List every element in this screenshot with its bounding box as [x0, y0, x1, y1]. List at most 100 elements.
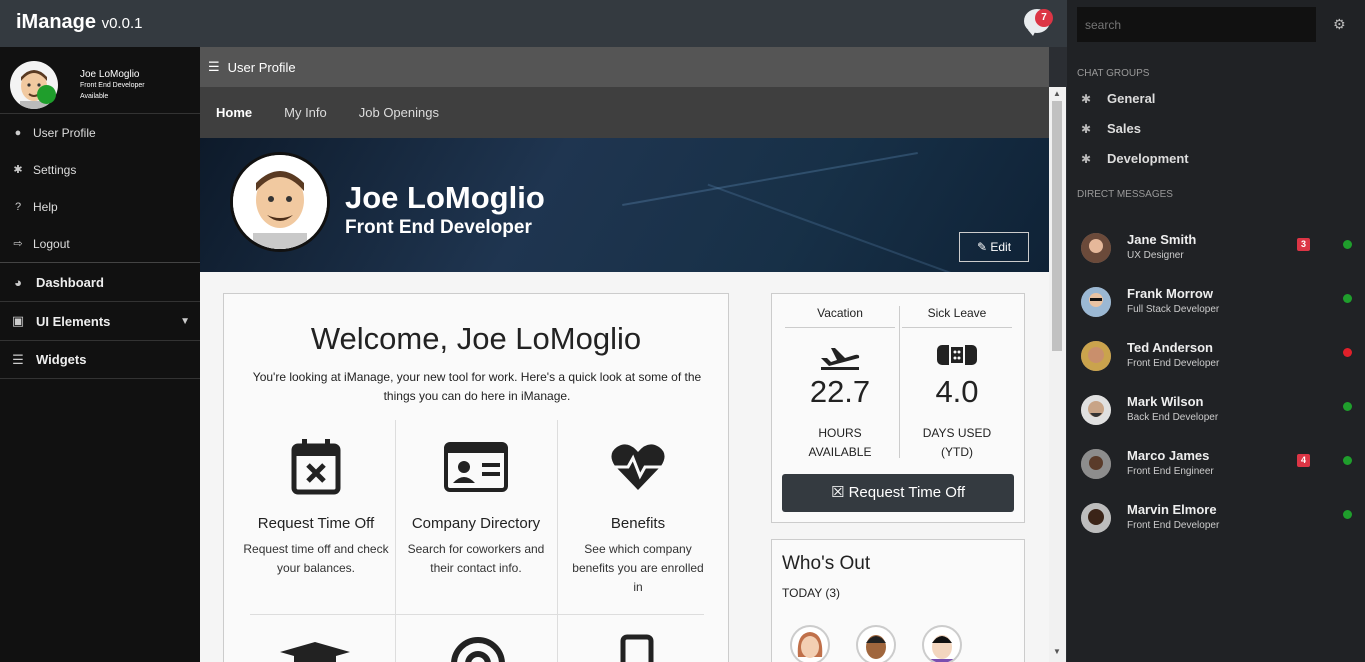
sidebar-section-label: UI Elements: [36, 313, 111, 329]
profile-name: Joe LoMoglio: [345, 180, 545, 215]
tab-my-info[interactable]: My Info: [284, 105, 327, 120]
vacation-label: Vacation: [785, 294, 895, 328]
scroll-up-icon[interactable]: ▲: [1053, 89, 1061, 98]
sidebar-section-dashboard[interactable]: ◕ Dashboard: [0, 262, 200, 301]
avatar: [1081, 233, 1111, 263]
status-online-dot: [37, 85, 56, 104]
mobile-phone-icon: [620, 634, 654, 662]
sidebar-section-label: Dashboard: [36, 274, 104, 290]
chat-search-input[interactable]: [1077, 7, 1316, 42]
chevron-down-icon: ▼: [180, 315, 190, 327]
vacation-hours-value: 22.7: [809, 374, 871, 409]
app-name: iManage: [16, 11, 97, 33]
avatar[interactable]: [790, 625, 830, 662]
dm-item-marvin-elmore[interactable]: Marvin Elmore Front End Developer: [1081, 497, 1361, 537]
avatar: [1081, 503, 1111, 533]
sick-unit: DAYS USED (YTD): [922, 426, 992, 459]
target-icon: [450, 636, 506, 662]
request-time-off-button[interactable]: ☒ Request Time Off: [782, 474, 1014, 512]
edit-profile-button[interactable]: ✎ Edit: [959, 232, 1029, 262]
gear-icon: ✱: [1081, 122, 1092, 136]
dm-item-mark-wilson[interactable]: Mark Wilson Back End Developer: [1081, 389, 1361, 429]
sidebar-user-name: Joe LoMoglio: [80, 69, 140, 80]
sidebar-item-logout[interactable]: ⇨ Logout: [0, 225, 200, 262]
chat-group-development[interactable]: ✱ Development: [1081, 151, 1189, 166]
avatar[interactable]: [856, 625, 896, 662]
sidebar-item-settings[interactable]: ✱ Settings: [0, 151, 200, 188]
tab-home[interactable]: Home: [216, 105, 252, 120]
sick-days-value: 4.0: [935, 374, 979, 409]
whos-out-today: TODAY (3): [782, 586, 841, 600]
feature-company-directory[interactable]: Company Directory Search for coworkers a…: [406, 436, 546, 578]
whos-out-title: Who's Out: [782, 553, 871, 574]
sidebar-item-user-profile[interactable]: ● User Profile: [0, 114, 200, 151]
direct-messages-header: DIRECT MESSAGES: [1077, 189, 1173, 200]
dm-item-marco-james[interactable]: Marco James Front End Engineer 4: [1081, 443, 1361, 483]
sidebar-item-help[interactable]: ? Help: [0, 188, 200, 225]
unread-badge: 4: [1297, 454, 1310, 467]
feature-title: Request Time Off: [257, 515, 375, 532]
app-version: v0.0.1: [101, 15, 143, 32]
feature-request-time-off[interactable]: Request Time Off Request time off and ch…: [242, 436, 390, 578]
scrollbar-thumb[interactable]: [1052, 101, 1062, 351]
sidebar-section-ui-elements[interactable]: ▣ UI Elements ▼: [0, 301, 200, 340]
feature-desc: See which company benefits you are enrol…: [572, 542, 704, 594]
gear-icon[interactable]: ⚙: [1333, 16, 1346, 33]
feature-desc: Search for coworkers and their contact i…: [407, 542, 545, 575]
avatar: [1081, 287, 1111, 317]
notification-badge: 7: [1035, 9, 1053, 27]
welcome-title: Welcome, Joe LoMoglio: [310, 321, 642, 356]
sidebar-item-label: Logout: [33, 236, 70, 251]
gear-icon: ✱: [1081, 92, 1092, 106]
status-online-dot: [1343, 456, 1352, 465]
scroll-down-icon[interactable]: ▼: [1053, 647, 1061, 656]
main-scrollbar[interactable]: ▲ ▼: [1049, 87, 1066, 662]
vacation-column: Vacation 22.7 HOURS AVAILABLE: [785, 294, 895, 462]
menu-icon[interactable]: ☰: [208, 59, 220, 75]
list-icon: ☰: [12, 351, 24, 367]
status-online-dot: [1343, 402, 1352, 411]
sidebar-item-label: User Profile: [33, 125, 96, 140]
sidebar-item-label: Settings: [33, 162, 77, 177]
profile-job-title: Front End Developer: [345, 217, 532, 238]
edit-button-label: Edit: [990, 240, 1012, 254]
help-icon: ?: [14, 200, 22, 213]
tab-job-openings[interactable]: Job Openings: [359, 105, 439, 120]
sidebar-item-label: Help: [33, 199, 58, 214]
gear-icon: ✱: [13, 164, 23, 176]
status-online-dot: [1343, 510, 1352, 519]
status-busy-dot: [1343, 348, 1352, 357]
profile-tabs: Home My Info Job Openings: [200, 87, 1049, 138]
id-card-icon: [406, 436, 546, 498]
edit-icon: ✎: [976, 240, 988, 254]
profile-hero-banner: Joe LoMoglio Front End Developer ✎ Edit: [200, 138, 1049, 272]
status-online-dot: [1343, 240, 1352, 249]
dm-item-jane-smith[interactable]: Jane Smith UX Designer 3: [1081, 227, 1361, 267]
app-brand[interactable]: iManage v0.0.1: [16, 11, 142, 34]
sidebar-section-widgets[interactable]: ☰ Widgets: [0, 340, 200, 379]
feature-title: Company Directory: [411, 515, 541, 532]
avatar: [1081, 395, 1111, 425]
sick-leave-label: Sick Leave: [902, 294, 1012, 328]
top-navbar: iManage v0.0.1 7: [0, 0, 1067, 47]
chat-group-sales[interactable]: ✱ Sales: [1081, 121, 1141, 136]
avatar: [1081, 341, 1111, 371]
plane-icon: [785, 340, 895, 370]
dm-item-ted-anderson[interactable]: Ted Anderson Front End Developer: [1081, 335, 1361, 375]
left-sidebar: Joe LoMoglio Front End Developer Availab…: [0, 47, 200, 662]
dm-item-frank-morrow[interactable]: Frank Morrow Full Stack Developer: [1081, 281, 1361, 321]
monitor-icon: ▣: [11, 313, 25, 328]
sick-leave-column: Sick Leave 4.0 DAYS USED (YTD): [902, 294, 1012, 462]
status-online-dot: [1343, 294, 1352, 303]
feature-benefits[interactable]: Benefits See which company benefits you …: [568, 436, 708, 597]
feature-desc: Request time off and check your balances…: [243, 542, 389, 575]
welcome-panel: Welcome, Joe LoMoglio You're looking at …: [223, 293, 729, 662]
sidebar-section-label: Widgets: [36, 352, 87, 367]
bandage-icon: [902, 340, 1012, 370]
chat-group-general[interactable]: ✱ General: [1081, 91, 1155, 106]
leave-balance-panel: Vacation 22.7 HOURS AVAILABLE Sick Leave: [771, 293, 1025, 523]
avatar[interactable]: [922, 625, 962, 662]
avatar: [230, 152, 330, 252]
page-title: User Profile: [227, 59, 296, 75]
avatar: [1081, 449, 1111, 479]
